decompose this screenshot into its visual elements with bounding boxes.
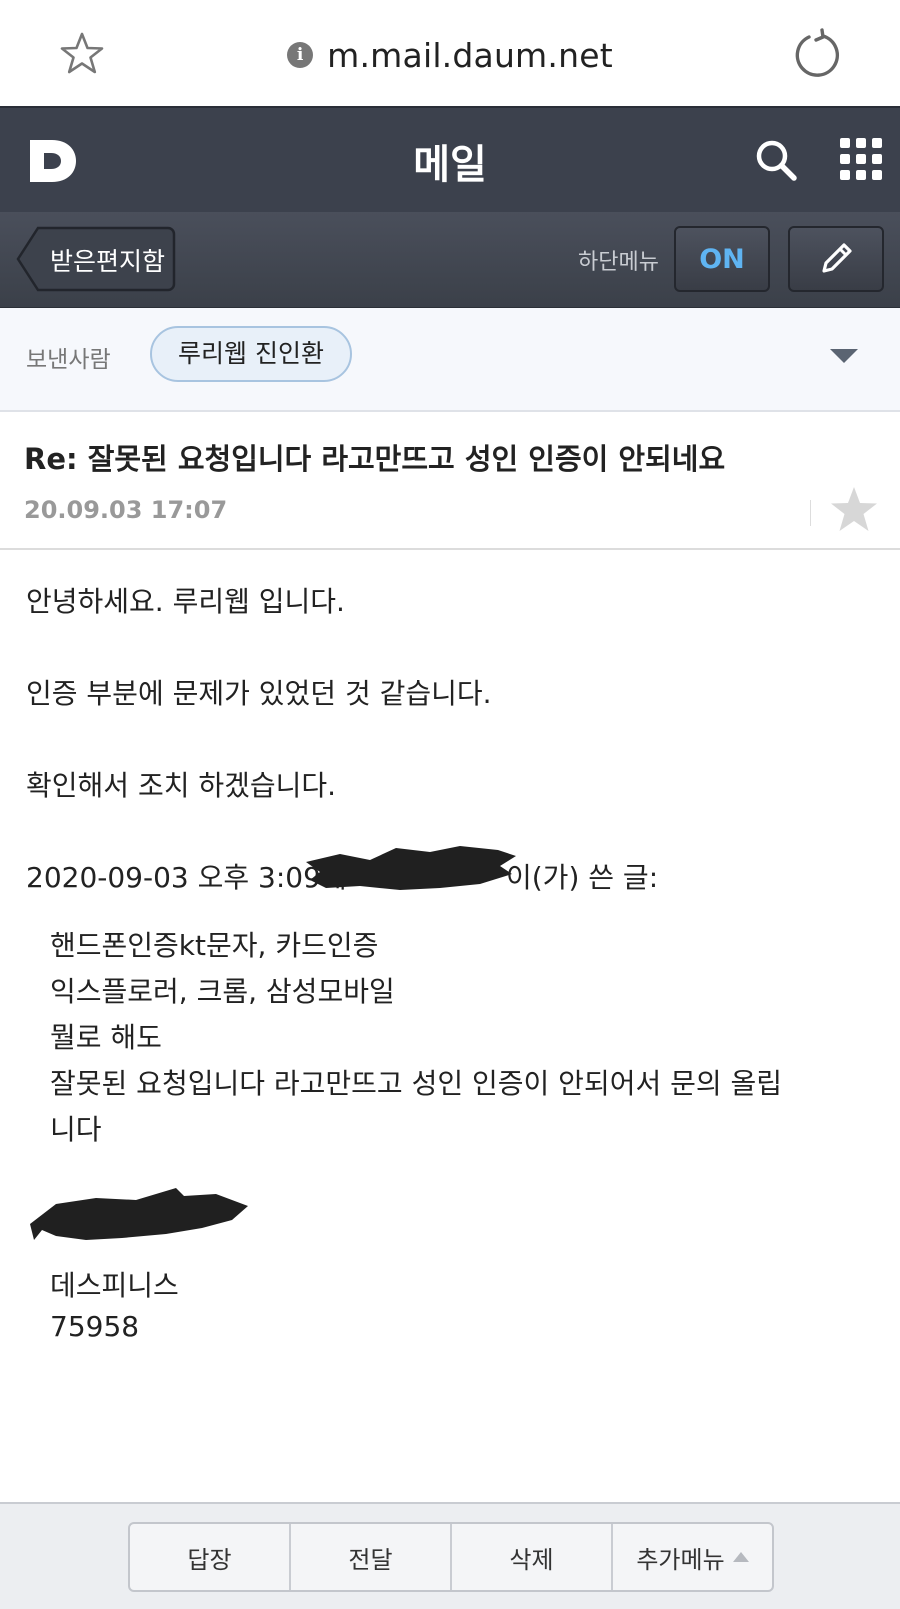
back-to-inbox-button[interactable]: 받은편지함 bbox=[16, 226, 176, 292]
quote-header-prefix: 2020-09-03 오후 3:09에 bbox=[26, 861, 347, 894]
chevron-down-icon[interactable] bbox=[828, 346, 860, 366]
reply-label: 답장 bbox=[187, 1545, 232, 1574]
action-button-group: 답장 전달 삭제 추가메뉴 bbox=[128, 1522, 774, 1592]
browser-address-bar: i m.mail.daum.net bbox=[0, 0, 900, 106]
quote-line: 잘못된 요청입니다 라고만뜨고 성인 인증이 안되어서 문의 올립 bbox=[50, 1067, 783, 1100]
forward-label: 전달 bbox=[348, 1545, 393, 1574]
favorite-star-icon[interactable] bbox=[828, 484, 880, 536]
more-menu-label: 추가메뉴 bbox=[636, 1545, 725, 1574]
mail-toolbar: 받은편지함 하단메뉴 ON bbox=[0, 212, 900, 308]
chevron-up-icon bbox=[732, 1552, 749, 1562]
body-line: 인증 부분에 문제가 있었던 것 같습니다. bbox=[26, 677, 492, 710]
forward-button[interactable]: 전달 bbox=[291, 1524, 452, 1590]
compose-button[interactable] bbox=[788, 226, 884, 292]
redaction-mark bbox=[30, 1188, 248, 1240]
bottom-menu-on-toggle[interactable]: ON bbox=[674, 226, 770, 292]
sender-row: 보낸사람 루리웹 진인환 bbox=[0, 308, 900, 412]
url-text[interactable]: m.mail.daum.net bbox=[327, 36, 613, 75]
bottom-menu-label: 하단메뉴 bbox=[578, 250, 659, 275]
sender-chip[interactable]: 루리웹 진인환 bbox=[150, 326, 352, 382]
app-header: 메일 bbox=[0, 106, 900, 212]
pencil-icon bbox=[822, 243, 852, 273]
bottom-action-bar: 답장 전달 삭제 추가메뉴 bbox=[0, 1502, 900, 1609]
delete-label: 삭제 bbox=[509, 1545, 554, 1574]
mail-date: 20.09.03 17:07 bbox=[24, 496, 228, 524]
mail-subject-area: Re: 잘못된 요청입니다 라고만뜨고 성인 인증이 안되네요 20.09.03… bbox=[0, 412, 900, 550]
mail-subject: Re: 잘못된 요청입니다 라고만뜨고 성인 인증이 안되네요 bbox=[24, 442, 726, 476]
info-icon[interactable]: i bbox=[287, 42, 314, 68]
quote-line: 뭘로 해도 bbox=[50, 1021, 162, 1054]
redaction-mark bbox=[306, 846, 516, 890]
body-line: 확인해서 조치 하겠습니다. bbox=[26, 769, 337, 802]
reply-button[interactable]: 답장 bbox=[130, 1524, 291, 1590]
delete-button[interactable]: 삭제 bbox=[452, 1524, 613, 1590]
apps-grid-icon[interactable] bbox=[840, 138, 882, 180]
search-icon[interactable] bbox=[752, 136, 800, 184]
quote-line: 익스플로러, 크롬, 삼성모바일 bbox=[50, 975, 395, 1008]
body-line: 안녕하세요. 루리웹 입니다. bbox=[26, 585, 345, 618]
quote-header-suffix: 이(가) 쓴 글: bbox=[506, 861, 659, 894]
quote-line: 핸드폰인증kt문자, 카드인증 bbox=[50, 929, 379, 962]
quote-line: 니다 bbox=[50, 1113, 102, 1146]
mail-body: 안녕하세요. 루리웹 입니다. 인증 부분에 문제가 있었던 것 같습니다. 확… bbox=[0, 552, 900, 1502]
sender-label: 보낸사람 bbox=[26, 347, 111, 373]
signature-line: 데스피니스 bbox=[50, 1269, 179, 1302]
signature-line: 75958 bbox=[50, 1310, 140, 1343]
url-field[interactable]: i m.mail.daum.net bbox=[0, 30, 900, 80]
reload-icon[interactable] bbox=[792, 28, 844, 80]
back-to-inbox-label: 받은편지함 bbox=[50, 247, 166, 276]
more-menu-button[interactable]: 추가메뉴 bbox=[613, 1524, 772, 1590]
divider bbox=[810, 500, 811, 526]
